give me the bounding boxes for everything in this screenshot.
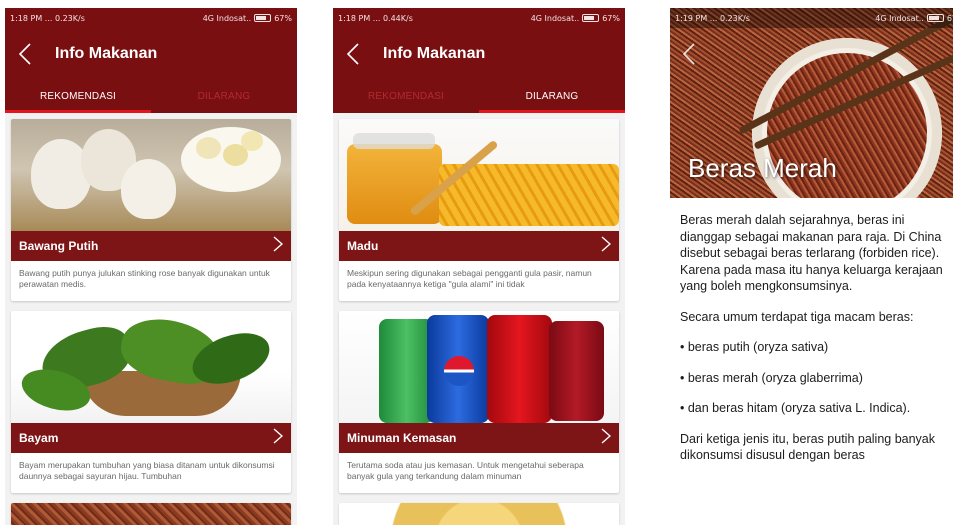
status-left: 1:18 PM ... 0.23K/s (10, 13, 85, 23)
food-card[interactable]: Minuman Kemasan Terutama soda atau jus k… (339, 311, 619, 493)
tab-bar: REKOMENDASI DILARANG (5, 80, 297, 113)
bullet-item: • beras putih (oryza sativa) (680, 340, 829, 354)
screen-detail-beras-merah: 1:19 PM ... 0.23K/s 4G Indosat.. 67 Bera… (670, 8, 953, 525)
tab-dilarang[interactable]: DILARANG (479, 80, 625, 113)
status-left: 1:19 PM ... 0.23K/s (675, 13, 750, 23)
battery-level: 67% (274, 13, 292, 23)
back-arrow-icon[interactable] (5, 28, 45, 80)
back-arrow-icon[interactable] (682, 43, 696, 70)
card-title-band: Bawang Putih (11, 231, 291, 261)
battery-level: 67 (946, 13, 953, 23)
food-card[interactable] (11, 503, 291, 525)
food-card[interactable] (339, 503, 619, 525)
hero-image: 1:19 PM ... 0.23K/s 4G Indosat.. 67 Bera… (670, 8, 953, 198)
card-title: Bayam (19, 431, 59, 445)
food-list: Madu Meskipun sering digunakan sebagai p… (333, 113, 625, 525)
tab-bar: REKOMENDASI DILARANG (333, 80, 625, 113)
card-title: Madu (347, 239, 379, 253)
card-title: Minuman Kemasan (347, 431, 457, 445)
status-bar: 1:19 PM ... 0.23K/s 4G Indosat.. 67 (670, 8, 953, 28)
article-paragraph: Beras merah dalah sejarahnya, beras ini … (680, 213, 943, 293)
bullet-item: • beras merah (oryza glaberrima) (680, 370, 863, 385)
tab-dilarang[interactable]: DILARANG (151, 80, 297, 113)
card-title: Bawang Putih (19, 239, 99, 253)
battery-icon (926, 14, 944, 22)
network-label: 4G Indosat.. (530, 13, 580, 23)
article-body: Beras merah dalah sejarahnya, beras ini … (670, 198, 953, 464)
app-bar: Info Makanan (5, 28, 297, 80)
screen-dilarang: 1:18 PM ... 0.44K/s 4G Indosat.. 67% Inf… (333, 8, 625, 525)
battery-level: 67% (602, 13, 620, 23)
food-list: Bawang Putih Bawang putih punya julukan … (5, 113, 297, 525)
battery-icon (582, 14, 600, 22)
network-label: 4G Indosat.. (202, 13, 252, 23)
status-bar: 1:18 PM ... 0.44K/s 4G Indosat.. 67% (333, 8, 625, 28)
tab-rekomendasi[interactable]: REKOMENDASI (333, 80, 479, 113)
page-title: Info Makanan (383, 45, 486, 62)
card-title-band: Bayam (11, 423, 291, 453)
soda-cans-image (339, 311, 619, 423)
battery-icon (254, 14, 272, 22)
page-title: Info Makanan (55, 45, 158, 62)
detail-title: Beras Merah (688, 153, 837, 183)
status-left: 1:18 PM ... 0.44K/s (338, 13, 413, 23)
card-title-band: Minuman Kemasan (339, 423, 619, 453)
card-title-band: Madu (339, 231, 619, 261)
chevron-right-icon (601, 427, 612, 449)
pasta-image (339, 503, 619, 525)
card-description: Bayam merupakan tumbuhan yang biasa dita… (19, 460, 275, 482)
chevron-right-icon (601, 235, 612, 257)
bullet-item: • dan beras hitam (oryza sativa L. Indic… (680, 401, 911, 415)
back-arrow-icon[interactable] (333, 28, 373, 80)
card-description: Meskipun sering digunakan sebagai pengga… (347, 268, 592, 290)
food-card[interactable]: Bawang Putih Bawang putih punya julukan … (11, 119, 291, 301)
food-card[interactable]: Madu Meskipun sering digunakan sebagai p… (339, 119, 619, 301)
app-bar: Info Makanan (333, 28, 625, 80)
card-description: Terutama soda atau jus kemasan. Untuk me… (347, 460, 584, 482)
card-description: Bawang putih punya julukan stinking rose… (19, 268, 270, 290)
article-paragraph: Secara umum terdapat tiga macam beras: (680, 309, 914, 324)
garlic-image (11, 119, 291, 231)
screen-rekomendasi: 1:18 PM ... 0.23K/s 4G Indosat.. 67% Inf… (5, 8, 297, 525)
rice-image (11, 503, 291, 525)
article-paragraph: Dari ketiga jenis itu, beras putih palin… (680, 431, 936, 463)
spinach-image (11, 311, 291, 423)
network-label: 4G Indosat.. (875, 13, 924, 23)
honey-image (339, 119, 619, 231)
chevron-right-icon (273, 235, 284, 257)
tab-rekomendasi[interactable]: REKOMENDASI (5, 80, 151, 113)
chevron-right-icon (273, 427, 284, 449)
food-card[interactable]: Bayam Bayam merupakan tumbuhan yang bias… (11, 311, 291, 493)
status-bar: 1:18 PM ... 0.23K/s 4G Indosat.. 67% (5, 8, 297, 28)
